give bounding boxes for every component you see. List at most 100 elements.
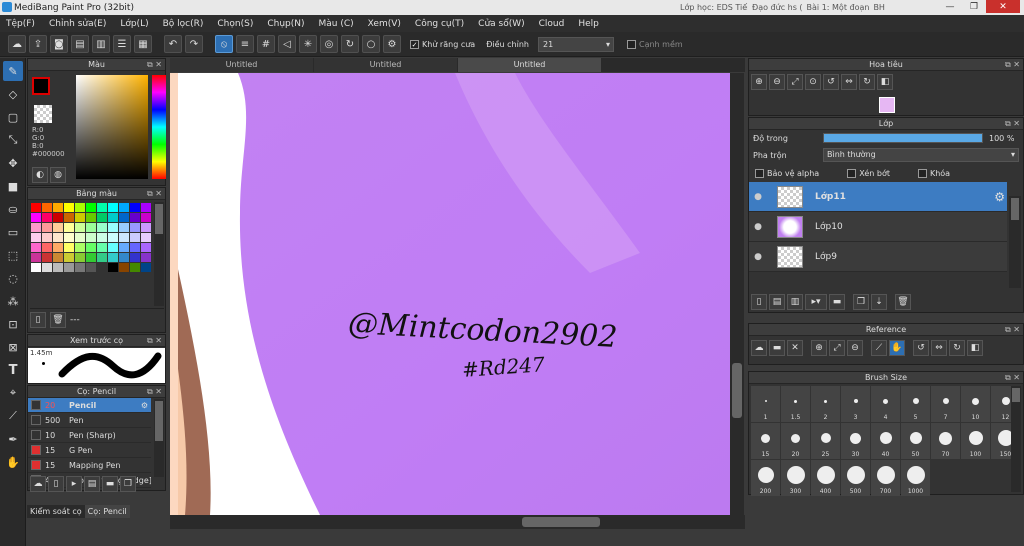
gradient-tool-icon[interactable]: ▭	[3, 222, 23, 242]
cloud-icon[interactable]: ☁	[8, 35, 26, 53]
palette-swatch[interactable]	[119, 213, 129, 222]
radial-snap-icon[interactable]: ✳	[299, 35, 317, 53]
ref-eyedropper-icon[interactable]: ⟋	[871, 340, 887, 356]
brush-size-cell[interactable]: 2	[811, 386, 840, 422]
palette-swatch[interactable]	[119, 243, 129, 252]
visibility-eye-icon[interactable]: ●	[749, 222, 767, 232]
palette-swatch[interactable]	[108, 243, 118, 252]
palette-swatch[interactable]	[53, 253, 63, 262]
palette-swatch[interactable]	[119, 203, 129, 212]
ref-rotate-right-icon[interactable]: ↻	[949, 340, 965, 356]
soft-edge-toggle[interactable]: Cạnh mềm	[626, 39, 683, 49]
copy-brush-icon[interactable]: ▤	[84, 476, 100, 492]
brush-size-cell[interactable]: 700	[871, 460, 900, 496]
brush-size-cell[interactable]: 30	[841, 423, 870, 459]
note-icon[interactable]: ▤	[71, 35, 89, 53]
browser-tab[interactable]: BH	[873, 3, 885, 12]
vanishing-snap-icon[interactable]: ◁	[278, 35, 296, 53]
panel-menu-icon[interactable]: ⧉ ✕	[1005, 59, 1020, 71]
brush-item[interactable]: 15 Mapping Pen	[28, 458, 151, 473]
new-layer-icon[interactable]: ▯	[751, 294, 767, 310]
clipping-toggle[interactable]: Xén bớt	[847, 168, 890, 178]
palette-swatch[interactable]	[42, 263, 52, 272]
bucket-tool-icon[interactable]: ⛀	[3, 199, 23, 219]
antialias-toggle[interactable]: ✓ Khử răng cưa	[410, 39, 475, 49]
palette-swatch[interactable]	[64, 233, 74, 242]
opacity-slider[interactable]	[823, 133, 983, 143]
brush-size-cell[interactable]: 200	[751, 460, 780, 496]
redo-icon[interactable]: ↷	[185, 35, 203, 53]
eyedrop-color-icon[interactable]: ◍	[50, 167, 66, 183]
palette-swatch[interactable]	[97, 253, 107, 262]
rotate-left-icon[interactable]: ↺	[823, 74, 839, 90]
cross-snap-icon[interactable]: #	[257, 35, 275, 53]
palette-swatch[interactable]	[141, 233, 151, 242]
browser-tab[interactable]: Đạo đức hs (	[752, 3, 803, 12]
palette-swatch[interactable]	[86, 223, 96, 232]
fill-rect-icon[interactable]: ■	[3, 176, 23, 196]
comment-icon[interactable]: ◙	[50, 35, 68, 53]
menu-select[interactable]: Chọn(S)	[217, 19, 253, 29]
palette-swatch[interactable]	[31, 233, 41, 242]
palette-swatch[interactable]	[64, 223, 74, 232]
ref-zoom-out-icon[interactable]: ⊖	[847, 340, 863, 356]
adjust-dropdown[interactable]: 21 ▾	[537, 36, 614, 52]
browser-tab[interactable]: Lớp học: EDS Tiếng	[680, 3, 748, 12]
lock-checkbox[interactable]	[917, 168, 927, 178]
brush-size-cell[interactable]: 10	[961, 386, 990, 422]
undo-icon[interactable]: ↶	[164, 35, 182, 53]
new-8bit-icon[interactable]: ▥	[787, 294, 803, 310]
doc-tab[interactable]: Untitled	[314, 58, 457, 72]
lock-toggle[interactable]: Khóa	[917, 168, 950, 178]
menu-color[interactable]: Màu (C)	[319, 19, 354, 29]
palette-swatch[interactable]	[64, 243, 74, 252]
palette-swatch[interactable]	[75, 223, 85, 232]
palette-swatch[interactable]	[130, 223, 140, 232]
palette-swatch[interactable]	[42, 253, 52, 262]
select-pen-icon[interactable]: ⤡	[3, 130, 23, 150]
palette-swatch[interactable]	[53, 213, 63, 222]
palette-swatch[interactable]	[130, 263, 140, 272]
brush-item[interactable]: 10 Pen (Sharp)	[28, 428, 151, 443]
brush-size-cell[interactable]: 4	[871, 386, 900, 422]
ref-flip-icon[interactable]: ⇔	[931, 340, 947, 356]
palette-scrollbar[interactable]	[154, 202, 164, 306]
palette-swatch[interactable]	[86, 253, 96, 262]
palette-swatch[interactable]	[31, 253, 41, 262]
palette-swatch[interactable]	[31, 263, 41, 272]
tab-brush-pencil[interactable]: Cọ: Pencil	[84, 505, 130, 518]
merge-down-icon[interactable]: ⇣	[871, 294, 887, 310]
lasso-select-icon[interactable]: ◌	[3, 268, 23, 288]
visibility-eye-icon[interactable]: ●	[749, 252, 767, 262]
dot-tool-icon[interactable]: ▢	[3, 107, 23, 127]
brush-size-cell[interactable]: 40	[871, 423, 900, 459]
parallel-snap-icon[interactable]: ≡	[236, 35, 254, 53]
palette-swatch[interactable]	[86, 263, 96, 272]
snap-settings-icon[interactable]: ⚙	[383, 35, 401, 53]
palette-swatch[interactable]	[119, 263, 129, 272]
palette-swatch[interactable]	[31, 213, 41, 222]
palette-swatch[interactable]	[64, 213, 74, 222]
brush-size-cell[interactable]: 20	[781, 423, 810, 459]
brush-size-cell[interactable]: 25	[811, 423, 840, 459]
new-brush-icon[interactable]: ▯	[48, 476, 64, 492]
palette-swatch[interactable]	[130, 203, 140, 212]
palette-swatch[interactable]	[108, 213, 118, 222]
palette-swatch[interactable]	[97, 213, 107, 222]
blend-dropdown[interactable]: Bình thường ▾	[823, 148, 1019, 162]
brush-size-cell[interactable]: 400	[811, 460, 840, 496]
new-palette-icon[interactable]: ▯	[30, 312, 46, 328]
visibility-eye-icon[interactable]: ●	[749, 192, 767, 202]
reset-icon[interactable]: ◧	[877, 74, 893, 90]
doc-tab-active[interactable]: Untitled	[458, 58, 601, 72]
palette-swatch[interactable]	[75, 203, 85, 212]
palette-swatch[interactable]	[53, 223, 63, 232]
rotate-right-icon[interactable]: ↻	[859, 74, 875, 90]
ref-rotate-left-icon[interactable]: ↺	[913, 340, 929, 356]
palette-icon[interactable]: ◐	[32, 167, 48, 183]
canvas-vertical-scrollbar[interactable]	[730, 73, 744, 515]
palette-swatch[interactable]	[64, 263, 74, 272]
ref-fit-icon[interactable]: ⤢	[829, 340, 845, 356]
curve-snap-icon[interactable]: ↻	[341, 35, 359, 53]
ref-hand-icon[interactable]: ✋	[889, 340, 905, 356]
